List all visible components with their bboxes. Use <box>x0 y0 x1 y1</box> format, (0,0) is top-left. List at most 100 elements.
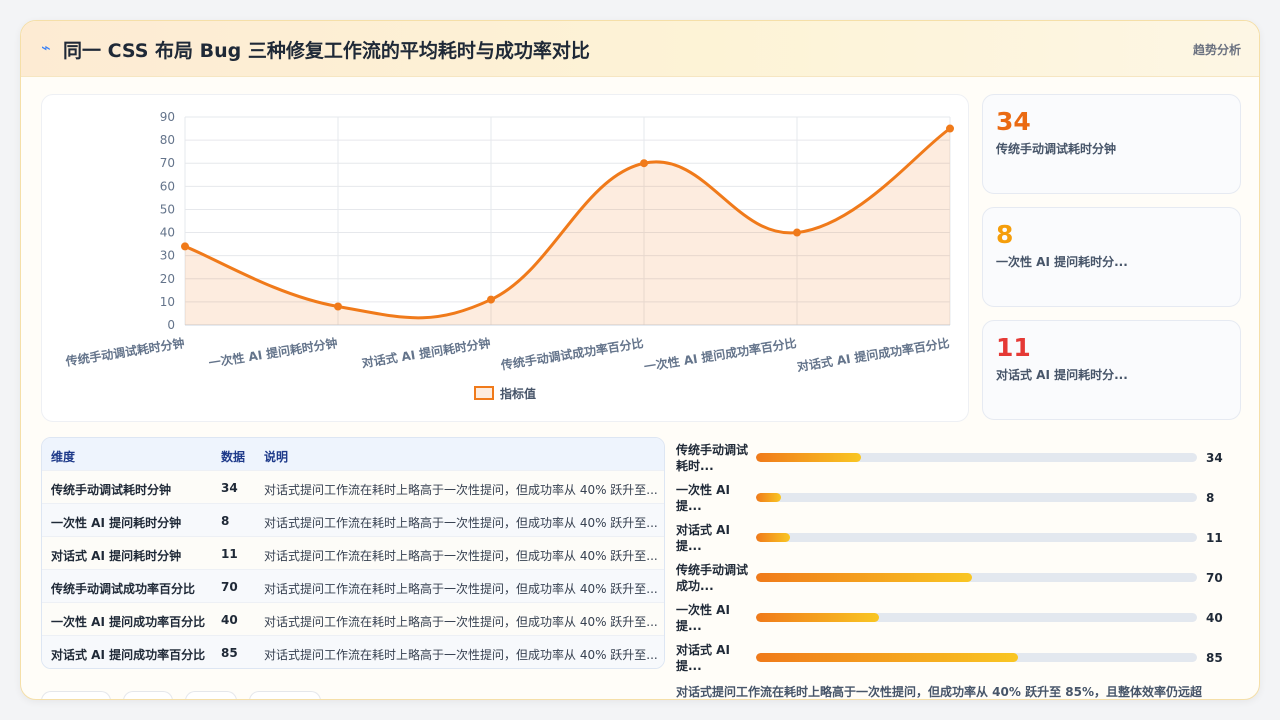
kpi-card: 34 传统手动调试耗时分钟 <box>982 94 1241 194</box>
x-tick-label: 对话式 AI 提问成功率百分比 <box>796 335 951 374</box>
bar-value: 8 <box>1206 491 1215 505</box>
tab-1[interactable] <box>41 691 111 699</box>
data-point[interactable] <box>946 124 954 133</box>
bar-row: 一次性 AI 提... 40 <box>676 602 1246 642</box>
y-tick-label: 80 <box>160 133 175 147</box>
y-tick-label: 0 <box>167 318 175 332</box>
bar-label: 一次性 AI 提... <box>676 603 730 633</box>
page-title: 同一 CSS 布局 Bug 三种修复工作流的平均耗时与成功率对比 <box>63 40 590 62</box>
bar-label: 对话式 AI 提... <box>676 643 730 673</box>
table-cell: 对话式 AI 提问耗时分钟 <box>51 549 182 563</box>
legend-label: 指标值 <box>500 386 536 401</box>
table-cell: 维度 <box>51 450 76 464</box>
bar-track <box>756 453 1197 462</box>
kpi-value: 11 <box>996 333 1031 362</box>
y-tick-label: 70 <box>160 156 175 170</box>
bar-track <box>756 533 1197 542</box>
table-cell: 传统手动调试耗时分钟 <box>51 483 172 497</box>
trend-analysis-link[interactable]: 趋势分析 <box>1193 41 1241 58</box>
tab-4[interactable] <box>249 691 321 699</box>
kpi-label: 对话式 AI 提问耗时分... <box>996 368 1128 382</box>
bar-label: 对话式 AI 提... <box>676 523 730 553</box>
data-point[interactable] <box>640 159 648 168</box>
line-chart-panel: 0 10 20 30 40 50 60 70 80 90 传统手动调试耗时分钟 一次性 AI 提问耗时… <box>41 94 969 422</box>
bar-label: 传统手动调试成功... <box>676 563 749 593</box>
bar-track <box>756 573 1197 582</box>
kpi-card: 8 一次性 AI 提问耗时分... <box>982 207 1241 307</box>
y-tick-label: 50 <box>160 202 175 216</box>
bar-row: 传统手动调试耗时... 34 <box>676 442 1246 482</box>
trend-icon: ⌁ <box>41 38 51 57</box>
table-row: 传统手动调试成功率百分比 70 对话式提问工作流在耗时上略高于一次性提问，但成功率从… <box>42 570 664 603</box>
table-row: 对话式 AI 提问成功率百分比 85 对话式提问工作流在耗时上略高于一次性提问，但成… <box>42 636 664 668</box>
x-tick-label: 对话式 AI 提问耗时分钟 <box>361 335 492 370</box>
progress-bar-list: 传统手动调试耗时... 34 一次性 AI 提... 8 对话式 AI 提... 11 传统… <box>676 437 1246 677</box>
data-point[interactable] <box>793 228 801 237</box>
line-chart: 0 10 20 30 40 50 60 70 80 90 传统手动调试耗时分钟 一次性 AI 提问耗时… <box>64 110 954 401</box>
table-cell: 85 <box>221 646 238 660</box>
bar-fill <box>756 573 972 582</box>
bar-row: 对话式 AI 提... 11 <box>676 522 1246 562</box>
table-cell: 40 <box>221 613 238 627</box>
table-cell: 70 <box>221 580 238 594</box>
bar-row: 对话式 AI 提... 85 <box>676 642 1246 682</box>
table-cell: 对话式提问工作流在耗时上略高于一次性提问，但成功率从 40% 跃升至... <box>264 516 658 530</box>
table-row: 传统手动调试耗时分钟 34 对话式提问工作流在耗时上略高于一次性提问，但成功率从 4… <box>42 471 664 504</box>
table-header: 维度 数据 说明 <box>42 438 664 471</box>
kpi-label: 一次性 AI 提问耗时分... <box>996 255 1128 269</box>
tab-3[interactable] <box>185 691 237 699</box>
table-row: 一次性 AI 提问耗时分钟 8 对话式提问工作流在耗时上略高于一次性提问，但成功率从… <box>42 504 664 537</box>
bar-fill <box>756 453 861 462</box>
kpi-label: 传统手动调试耗时分钟 <box>996 142 1117 156</box>
y-tick-label: 40 <box>160 226 175 240</box>
legend-swatch <box>474 386 494 400</box>
y-tick-label: 30 <box>160 249 175 263</box>
table-cell: 对话式提问工作流在耗时上略高于一次性提问，但成功率从 40% 跃升至... <box>264 483 658 497</box>
bar-value: 85 <box>1206 651 1223 665</box>
table-cell: 一次性 AI 提问成功率百分比 <box>51 615 206 629</box>
bar-value: 40 <box>1206 611 1223 625</box>
bar-value: 34 <box>1206 451 1223 465</box>
table-cell: 一次性 AI 提问耗时分钟 <box>51 516 182 530</box>
y-tick-label: 20 <box>160 272 175 286</box>
data-point[interactable] <box>334 302 342 311</box>
x-tick-label: 一次性 AI 提问成功率百分比 <box>643 335 798 374</box>
bar-track <box>756 613 1197 622</box>
table-cell: 说明 <box>264 450 289 464</box>
header-bar: ⌁ 同一 CSS 布局 Bug 三种修复工作流的平均耗时与成功率对比 趋势分析 <box>21 21 1259 77</box>
summary-text: 对话式提问工作流在耗时上略高于一次性提问，但成功率从 40% 跃升至 85%，且… <box>676 685 1202 699</box>
y-tick-label: 90 <box>160 110 175 124</box>
table-cell: 对话式提问工作流在耗时上略高于一次性提问，但成功率从 40% 跃升至... <box>264 549 658 563</box>
table-row: 对话式 AI 提问耗时分钟 11 对话式提问工作流在耗时上略高于一次性提问，但成功率… <box>42 537 664 570</box>
y-tick-label: 60 <box>160 179 175 193</box>
bar-fill <box>756 533 790 542</box>
table-row: 一次性 AI 提问成功率百分比 40 对话式提问工作流在耗时上略高于一次性提问，但成… <box>42 603 664 636</box>
bar-fill <box>756 613 880 622</box>
bar-label: 一次性 AI 提... <box>676 483 730 513</box>
bar-value: 11 <box>1206 531 1223 545</box>
bar-row: 传统手动调试成功... 70 <box>676 562 1246 602</box>
table-cell: 对话式 AI 提问成功率百分比 <box>51 648 206 662</box>
bar-fill <box>756 653 1019 662</box>
table-cell: 8 <box>221 514 230 528</box>
bar-track <box>756 653 1197 662</box>
bar-track <box>756 493 1197 502</box>
bar-label: 传统手动调试耗时... <box>676 443 749 473</box>
bar-row: 一次性 AI 提... 8 <box>676 482 1246 522</box>
y-tick-label: 10 <box>160 295 175 309</box>
data-point[interactable] <box>487 295 495 304</box>
kpi-value: 34 <box>996 107 1031 136</box>
data-point[interactable] <box>181 242 189 251</box>
table-cell: 11 <box>221 547 238 561</box>
bar-value: 70 <box>1206 571 1223 585</box>
x-tick-label: 一次性 AI 提问耗时分钟 <box>208 335 339 370</box>
bottom-tabs <box>41 691 341 699</box>
table-cell: 数据 <box>221 450 246 464</box>
tab-2[interactable] <box>123 691 173 699</box>
x-tick-label: 传统手动调试成功率百分比 <box>499 335 645 373</box>
table-cell: 传统手动调试成功率百分比 <box>51 582 196 596</box>
kpi-card: 11 对话式 AI 提问耗时分... <box>982 320 1241 420</box>
table-cell: 34 <box>221 481 238 495</box>
table-cell: 对话式提问工作流在耗时上略高于一次性提问，但成功率从 40% 跃升至... <box>264 648 658 662</box>
data-table: 维度 数据 说明传统手动调试耗时分钟 34 对话式提问工作流在耗时上略高于一次性提问，但… <box>41 437 665 669</box>
